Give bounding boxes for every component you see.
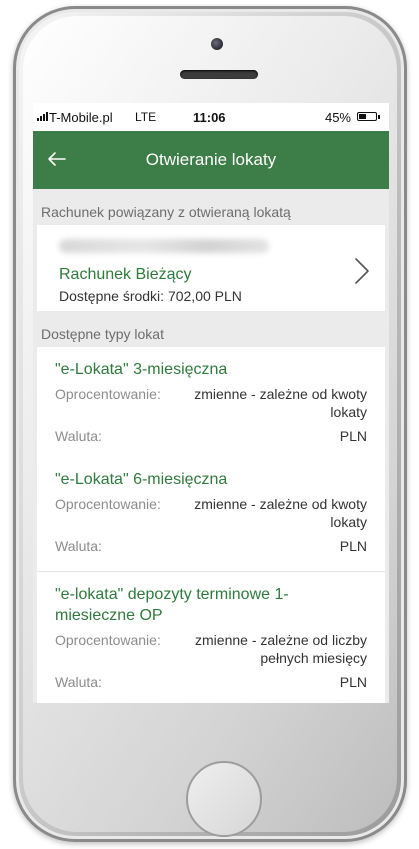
speaker-grille — [180, 70, 258, 79]
clock: 11:06 — [193, 110, 226, 125]
deposit-item-3-month[interactable]: "e-Lokata" 3-miesięczna Oprocentowanie: … — [37, 347, 385, 461]
camera-icon — [211, 38, 223, 50]
account-available-funds: Dostępne środki: 702,00 PLN — [59, 288, 242, 304]
currency-value: PLN — [339, 538, 367, 554]
carrier-name: T-Mobile.pl — [49, 110, 113, 125]
rate-label: Oprocentowanie: — [55, 386, 161, 402]
phone-screen: T-Mobile.pl LTE 11:06 45% Otwieranie lok… — [33, 103, 389, 703]
deposit-types-section-label: Dostępne typy lokat — [41, 326, 164, 342]
signal-icon — [37, 112, 48, 121]
battery-percentage: 45% — [324, 110, 351, 125]
rate-value: zmienne - zależne od kwoty lokaty — [194, 496, 367, 530]
rate-label: Oprocentowanie: — [55, 632, 161, 648]
home-button[interactable] — [186, 761, 262, 837]
currency-label: Waluta: — [55, 674, 102, 690]
app-header: Otwieranie lokaty — [33, 131, 389, 189]
battery-icon — [357, 112, 380, 121]
currency-label: Waluta: — [55, 428, 102, 444]
account-number-redacted — [59, 239, 269, 253]
currency-label: Waluta: — [55, 538, 102, 554]
deposit-name: "e-lokata" depozyty terminowe 1-miesiecz… — [55, 586, 289, 624]
currency-value: PLN — [339, 428, 367, 444]
rate-value: zmienne - zależne od kwoty lokaty — [194, 386, 367, 420]
page-title: Otwieranie lokaty — [145, 150, 277, 169]
deposit-item-6-month[interactable]: "e-Lokata" 6-miesięczna Oprocentowanie: … — [37, 461, 385, 571]
account-name: Rachunek Bieżący — [59, 266, 192, 283]
linked-account-section-label: Rachunek powiązany z otwieraną lokatą — [41, 204, 291, 220]
deposit-name: "e-Lokata" 3-miesięczna — [55, 361, 228, 378]
rate-label: Oprocentowanie: — [55, 496, 161, 512]
rate-value: zmienne - zależne od liczby pełnych mies… — [195, 632, 367, 666]
currency-value: PLN — [339, 674, 367, 690]
deposit-item-term-1-month[interactable]: "e-lokata" depozyty terminowe 1-miesiecz… — [37, 571, 385, 703]
network-type: LTE — [135, 110, 157, 124]
deposit-name: "e-Lokata" 6-miesięczna — [55, 471, 228, 488]
status-bar: T-Mobile.pl LTE 11:06 45% — [33, 103, 389, 131]
deposit-types-list: "e-Lokata" 3-miesięczna Oprocentowanie: … — [37, 347, 385, 703]
chevron-right-icon — [355, 258, 369, 284]
linked-account-card[interactable]: Rachunek Bieżący Dostępne środki: 702,00… — [37, 225, 385, 311]
